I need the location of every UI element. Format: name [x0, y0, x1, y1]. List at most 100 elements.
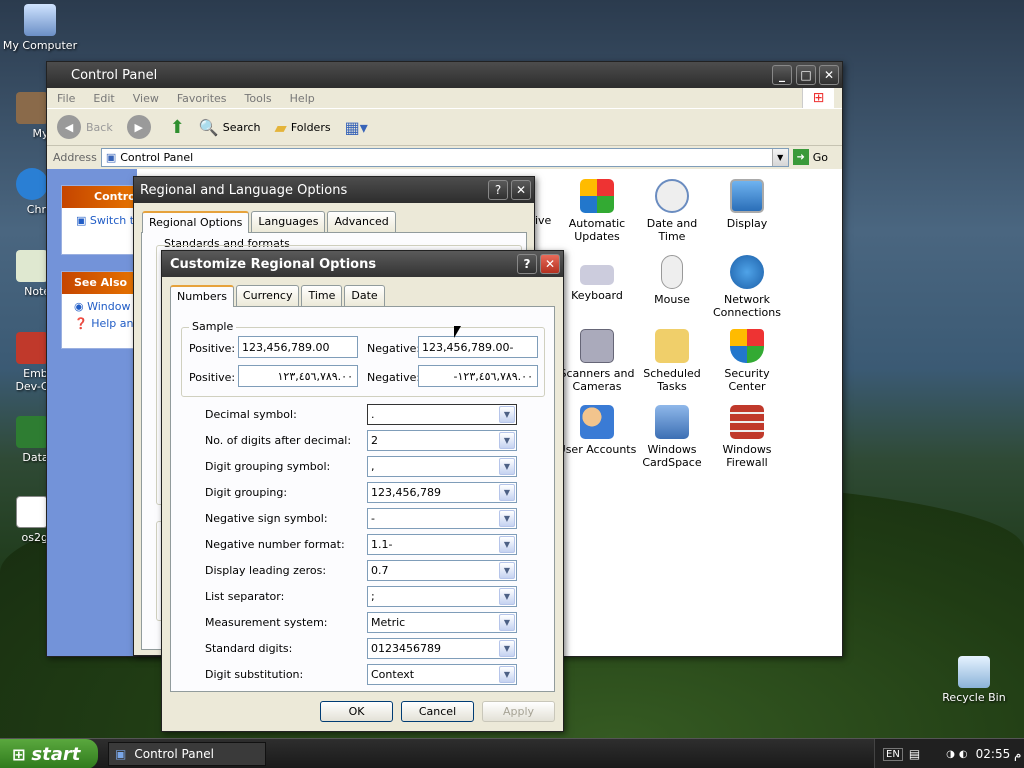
chevron-down-icon[interactable]: ▼ [499, 639, 515, 657]
start-button[interactable]: ⊞ start [0, 739, 98, 768]
cp-item-display[interactable]: Display [707, 179, 787, 230]
address-input[interactable]: ▣ Control Panel ▼ [100, 147, 789, 167]
cp-item-security-center[interactable]: Security Center [707, 329, 787, 393]
views-button[interactable]: ▦▾ [345, 118, 368, 137]
network-icon[interactable]: ◑ [946, 749, 955, 760]
regional-dialog-titlebar[interactable]: Regional and Language Options ? ✕ [134, 177, 534, 203]
menu-favorites[interactable]: Favorites [177, 92, 227, 105]
digits-after-decimal-select[interactable]: 2 ▼ [367, 429, 517, 451]
setting-row-negative-format: Negative number format: 1.1- ▼ [205, 533, 517, 555]
cancel-button[interactable]: Cancel [401, 701, 474, 722]
switch-view-link[interactable]: ▣ Switch t [62, 208, 136, 227]
cp-item-automatic-updates[interactable]: Automatic Updates [557, 179, 637, 243]
globe-icon [730, 255, 764, 289]
leading-zeros-select[interactable]: 0.7 ▼ [367, 559, 517, 581]
see-also-help[interactable]: ❓ Help an [62, 313, 136, 330]
cp-item-scheduled-tasks[interactable]: Scheduled Tasks [632, 329, 712, 393]
sample-negative-field-2: -١٢٣,٤٥٦,٧٨٩.٠٠ [418, 365, 538, 387]
customize-close-button[interactable]: ✕ [540, 254, 560, 274]
tab-time[interactable]: Time [301, 285, 343, 306]
menu-bar: File Edit View Favorites Tools Help [47, 88, 842, 108]
windows-update-icon: ◉ [74, 300, 88, 313]
up-button[interactable]: ⬆ [170, 117, 185, 138]
menu-edit[interactable]: Edit [93, 92, 114, 105]
chevron-down-icon[interactable]: ▼ [499, 665, 515, 683]
forward-arrow-icon: ▶ [126, 115, 151, 139]
desktop-icon-recycle-bin[interactable]: Recycle Bin [934, 656, 1014, 704]
chevron-down-icon[interactable]: ▼ [499, 509, 515, 527]
chevron-down-icon[interactable]: ▼ [499, 561, 515, 579]
switch-view-icon: ▣ [76, 214, 90, 227]
sample-label: Sample [189, 320, 237, 333]
maximize-button[interactable]: □ [796, 65, 816, 85]
tab-languages[interactable]: Languages [251, 211, 326, 232]
cp-item-mouse[interactable]: Mouse [632, 255, 712, 306]
taskbar-item-control-panel[interactable]: ▣ Control Panel [108, 742, 266, 766]
regional-close-button[interactable]: ✕ [511, 180, 531, 200]
customize-dialog-titlebar[interactable]: Customize Regional Options ? ✕ [162, 251, 563, 277]
menu-help[interactable]: Help [290, 92, 315, 105]
chevron-down-icon[interactable]: ▼ [499, 613, 515, 631]
clock[interactable]: م 02:55 [976, 747, 1022, 761]
decimal-symbol-select[interactable]: . ▼ [367, 403, 517, 425]
tab-regional-options[interactable]: Regional Options [142, 211, 250, 233]
scanner-icon [580, 329, 614, 363]
menu-file[interactable]: File [57, 92, 75, 105]
menu-tools[interactable]: Tools [245, 92, 272, 105]
tab-currency[interactable]: Currency [235, 285, 300, 306]
cp-item-windows-cardspace[interactable]: Windows CardSpace [632, 405, 712, 469]
setting-row-list-separator: List separator:; ▼ [205, 585, 517, 607]
close-button[interactable]: ✕ [819, 65, 839, 85]
computer-icon [24, 4, 56, 36]
minimize-button[interactable]: _ [772, 65, 792, 85]
clock-icon [655, 179, 689, 213]
folders-button[interactable]: ▰ Folders [275, 118, 331, 137]
negative-sign-select[interactable]: - ▼ [367, 507, 517, 529]
chevron-down-icon[interactable]: ▼ [499, 535, 515, 553]
cp-item-date-time[interactable]: Date and Time [632, 179, 712, 243]
cp-item-windows-firewall[interactable]: Windows Firewall [707, 405, 787, 469]
tab-numbers[interactable]: Numbers [170, 285, 234, 307]
keyboard-icon[interactable]: ▤ [909, 747, 920, 761]
ok-button[interactable]: OK [320, 701, 393, 722]
datawa-icon [16, 416, 48, 448]
regional-help-button[interactable]: ? [488, 180, 508, 200]
chevron-down-icon[interactable]: ▼ [771, 148, 788, 166]
see-also-windows-update[interactable]: ◉ Window [62, 294, 136, 313]
chevron-down-icon[interactable]: ▼ [499, 483, 515, 501]
see-also-box: See Also ◉ Window ❓ Help an [61, 271, 137, 349]
digit-substitution-select[interactable]: Context ▼ [367, 663, 517, 685]
sample-positive-field-1: 123,456,789.00 [238, 336, 358, 358]
sample-negative-field-1: 123,456,789.00- [418, 336, 538, 358]
sidebar-header: Contro [62, 186, 136, 208]
control-panel-titlebar[interactable]: Control Panel _ □ ✕ [47, 62, 842, 88]
customize-regional-dialog: Customize Regional Options ? ✕ Numbers C… [161, 250, 564, 732]
cp-item-network-connections[interactable]: Network Connections [707, 255, 787, 319]
cp-item-keyboard[interactable]: Keyboard [557, 255, 637, 302]
negative-format-select[interactable]: 1.1- ▼ [367, 533, 517, 555]
language-indicator[interactable]: EN [883, 747, 903, 761]
menu-view[interactable]: View [133, 92, 159, 105]
search-icon: 🔍 [198, 117, 219, 137]
desktop-icon-my-computer[interactable]: My Computer [0, 4, 80, 52]
chevron-down-icon[interactable]: ▼ [499, 431, 515, 449]
chevron-down-icon[interactable]: ▼ [499, 405, 515, 423]
go-button[interactable]: ➜ Go [792, 149, 828, 165]
chevron-down-icon[interactable]: ▼ [499, 457, 515, 475]
apply-button[interactable]: Apply [482, 701, 555, 722]
back-button[interactable]: ◀ Back [57, 115, 113, 139]
customize-help-button[interactable]: ? [517, 254, 537, 274]
standard-digits-select[interactable]: 0123456789 ▼ [367, 637, 517, 659]
search-button[interactable]: 🔍 Search [199, 118, 261, 137]
forward-button[interactable]: ▶ [126, 115, 156, 139]
digit-grouping-symbol-select[interactable]: , ▼ [367, 455, 517, 477]
volume-icon[interactable]: ◐ [959, 749, 968, 760]
list-separator-select[interactable]: ; ▼ [367, 585, 517, 607]
tab-advanced[interactable]: Advanced [327, 211, 396, 232]
measurement-system-select[interactable]: Metric ▼ [367, 611, 517, 633]
cp-item-user-accounts[interactable]: User Accounts [557, 405, 637, 456]
chevron-down-icon[interactable]: ▼ [499, 587, 515, 605]
cp-item-scanners-cameras[interactable]: Scanners and Cameras [557, 329, 637, 393]
digit-grouping-select[interactable]: 123,456,789 ▼ [367, 481, 517, 503]
tab-date[interactable]: Date [344, 285, 385, 306]
